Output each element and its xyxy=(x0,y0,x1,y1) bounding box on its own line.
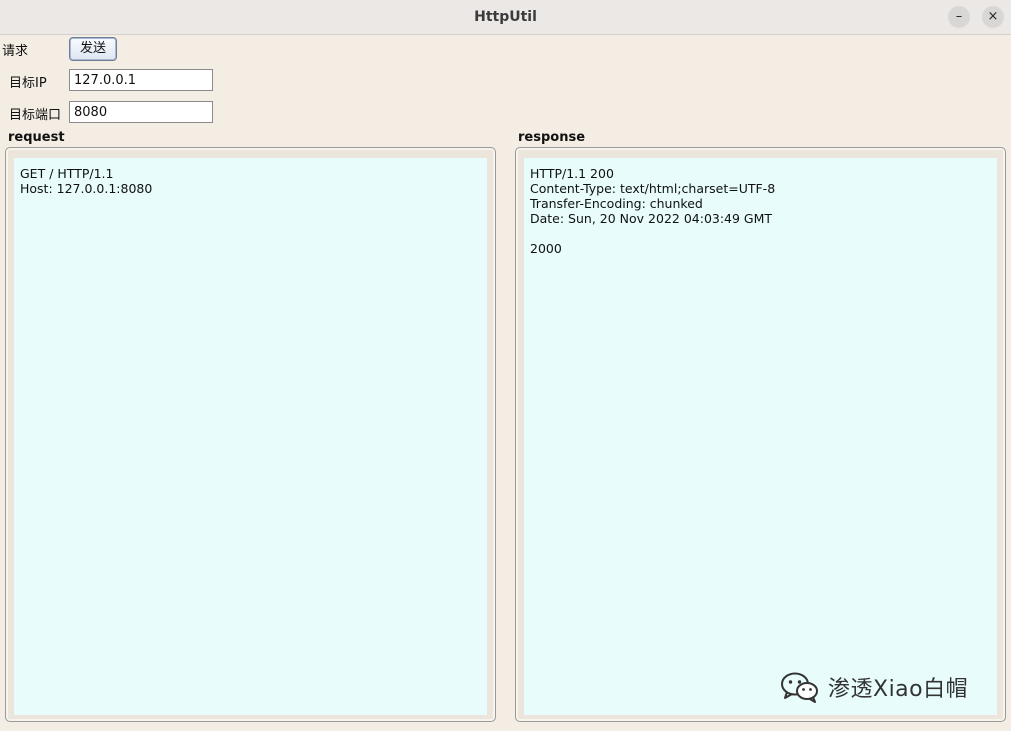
request-panel: GET / HTTP/1.1 Host: 127.0.0.1:8080 xyxy=(5,147,496,722)
request-label: 请求 xyxy=(2,44,29,59)
response-panel: HTTP/1.1 200 Content-Type: text/html;cha… xyxy=(515,147,1006,722)
response-textarea[interactable]: HTTP/1.1 200 Content-Type: text/html;cha… xyxy=(524,158,997,715)
watermark: 渗透Xiao白帽 xyxy=(780,670,968,704)
port-input[interactable] xyxy=(69,101,213,123)
window-title: HttpUtil xyxy=(474,9,537,25)
window-titlebar: HttpUtil – × xyxy=(0,0,1011,35)
minimize-button[interactable]: – xyxy=(948,6,970,28)
request-textarea[interactable]: GET / HTTP/1.1 Host: 127.0.0.1:8080 xyxy=(14,158,487,715)
wechat-icon xyxy=(781,672,818,703)
port-label: 目标端口 xyxy=(9,108,62,123)
close-button[interactable]: × xyxy=(982,6,1004,28)
send-button[interactable]: 发送 xyxy=(69,37,117,61)
ip-label: 目标IP xyxy=(9,76,47,91)
ip-input[interactable] xyxy=(69,69,213,91)
watermark-text: 渗透Xiao白帽 xyxy=(828,677,969,702)
request-section-title: request xyxy=(8,130,65,145)
response-section-title: response xyxy=(518,130,586,145)
